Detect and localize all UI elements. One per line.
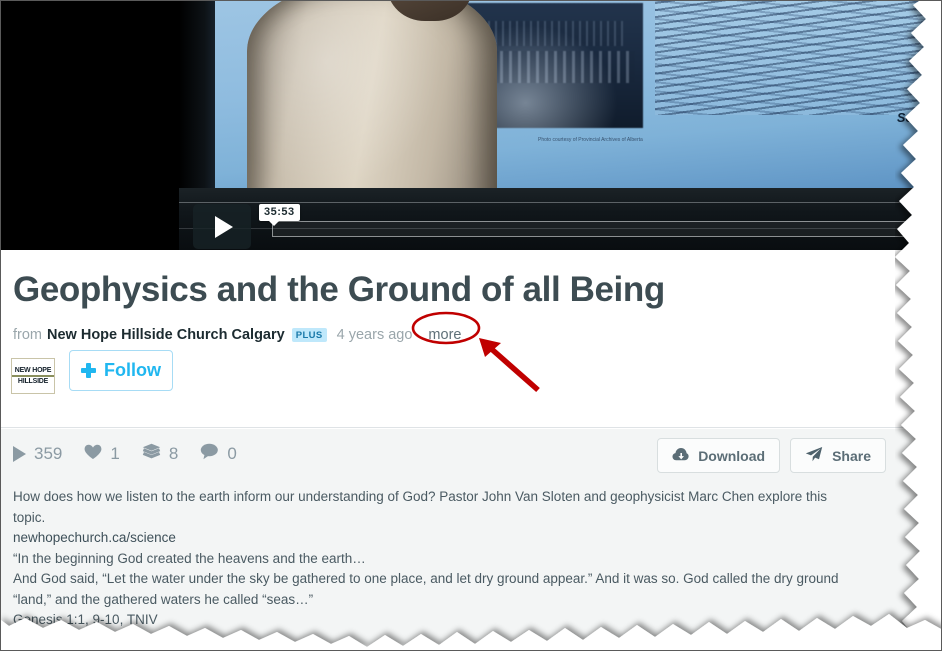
heart-icon	[84, 444, 102, 465]
stat-plays-value: 359	[34, 444, 63, 463]
follow-button[interactable]: Follow	[69, 350, 173, 391]
duration-tooltip: 35:53	[259, 204, 300, 226]
play-icon	[214, 215, 233, 238]
play-icon	[13, 446, 26, 462]
avatar-line-1: NEW HOPE	[14, 367, 52, 374]
follow-button-label: Follow	[104, 360, 161, 380]
byline: from New Hope Hillside Church Calgary PL…	[13, 327, 461, 343]
description-line-1: How does how we listen to the earth info…	[13, 489, 827, 504]
stat-plays[interactable]: 359	[13, 444, 62, 464]
download-button[interactable]: Download	[657, 438, 781, 473]
download-button-label: Download	[698, 447, 766, 464]
play-button[interactable]	[193, 204, 251, 249]
video-header: Geophysics and the Ground of all Being f…	[1, 250, 941, 428]
stats-bar: 359 1 8 0	[13, 443, 237, 465]
slide-photo-credit: Photo courtesy of Provincial Archives of…	[538, 137, 643, 143]
upload-date: 4 years ago	[336, 327, 413, 343]
description-line-5: And God said, “Let the water under the s…	[13, 571, 839, 586]
video-description: How does how we listen to the earth info…	[13, 487, 897, 631]
letterbox-left	[1, 1, 179, 250]
avatar[interactable]: NEW HOPE HILLSIDE	[11, 358, 55, 394]
video-player[interactable]: Seismically imaged ancient reef Photo co…	[1, 1, 941, 250]
description-url[interactable]: newhopechurch.ca/science	[13, 528, 897, 549]
video-info-panel: 359 1 8 0 Download Share How does how we…	[1, 429, 941, 650]
stat-comments-value: 0	[227, 444, 237, 463]
stat-albums[interactable]: 8	[142, 443, 178, 465]
stat-comments[interactable]: 0	[200, 443, 237, 465]
stat-likes[interactable]: 1	[84, 444, 120, 465]
description-line-4: “In the beginning God created the heaven…	[13, 550, 366, 566]
browser-content-frame: Seismically imaged ancient reef Photo co…	[0, 0, 942, 651]
stack-icon	[142, 443, 161, 465]
plus-badge[interactable]: PLUS	[291, 328, 327, 342]
slide-caption-text: Seismically imaged ancient reef	[897, 111, 941, 125]
speaker-head	[387, 1, 473, 21]
description-line-7: Genesis 1:1, 9-10, TNIV	[13, 612, 158, 627]
avatar-divider	[12, 375, 54, 377]
progress-bar[interactable]	[272, 221, 932, 237]
more-link[interactable]: more	[428, 327, 461, 343]
avatar-line-2: HILLSIDE	[17, 378, 49, 385]
share-button-label: Share	[832, 447, 871, 464]
paper-plane-icon	[805, 446, 823, 465]
page-title: Geophysics and the Ground of all Being	[13, 270, 665, 309]
plus-icon	[81, 363, 96, 378]
cloud-download-icon	[672, 447, 689, 465]
slide-seismic-image	[655, 1, 941, 115]
share-button[interactable]: Share	[790, 438, 886, 473]
description-line-6: “land,” and the gathered waters he calle…	[13, 591, 314, 607]
description-line-2: topic.	[13, 509, 46, 525]
stat-albums-value: 8	[168, 444, 179, 463]
stat-likes-value: 1	[110, 444, 120, 463]
byline-from-label: from	[13, 327, 42, 343]
channel-owner-link[interactable]: New Hope Hillside Church Calgary	[47, 327, 285, 343]
action-buttons: Download Share	[657, 438, 886, 473]
comment-icon	[200, 443, 219, 465]
